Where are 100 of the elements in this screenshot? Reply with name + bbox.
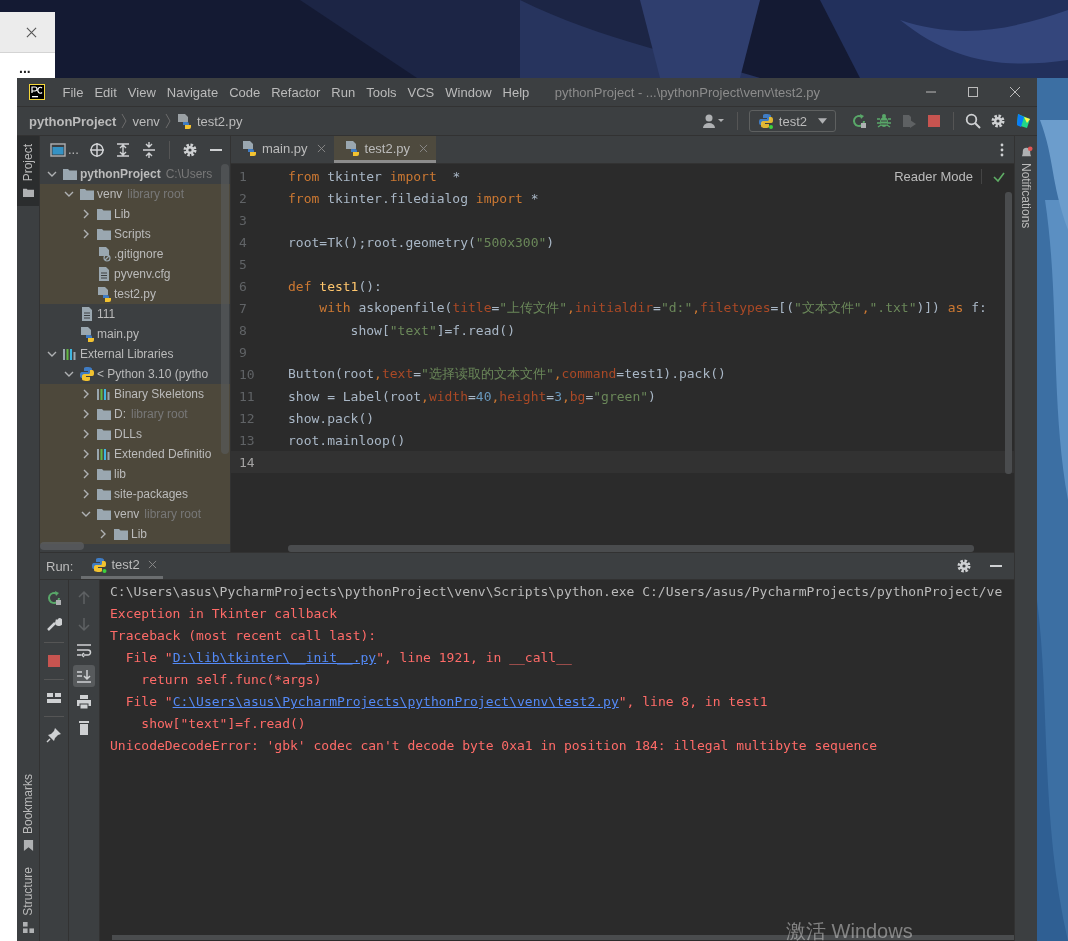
tree-item[interactable]: Extended Definitio (40, 444, 230, 464)
menu-item[interactable]: Edit (88, 84, 123, 100)
chevron-icon[interactable] (98, 529, 108, 539)
chevron-icon[interactable] (81, 489, 91, 499)
editor-tab[interactable]: main.py (231, 136, 334, 163)
chevron-icon[interactable] (81, 209, 91, 219)
maximize-icon[interactable] (967, 86, 979, 98)
print-icon[interactable] (76, 694, 92, 710)
tree-item[interactable]: pythonProject C:\Users (40, 164, 230, 184)
view-selector[interactable]: ... (68, 142, 79, 157)
breadcrumb-item[interactable]: venv (132, 113, 160, 129)
editor-tab[interactable]: test2.py (333, 136, 437, 163)
settings-icon[interactable] (990, 113, 1006, 129)
menu-item[interactable]: Help (497, 84, 535, 100)
chevron-icon[interactable] (81, 429, 91, 439)
menu-item[interactable]: Navigate (161, 84, 224, 100)
search-icon[interactable] (965, 113, 981, 129)
chevron-icon[interactable] (81, 389, 91, 399)
stop-icon[interactable] (46, 653, 62, 669)
menu-item[interactable]: View (122, 84, 162, 100)
line-number: 8 (238, 322, 248, 338)
trash-icon[interactable] (76, 720, 92, 736)
soft-wrap-icon[interactable] (76, 642, 92, 658)
toolbox-logo-icon[interactable] (1015, 113, 1031, 129)
scrollbar[interactable] (40, 542, 84, 550)
menu-item[interactable]: Code (223, 84, 266, 100)
tree-item[interactable]: venv library root (40, 504, 230, 524)
tree-item[interactable]: Binary Skeletons (40, 384, 230, 404)
chevron-icon[interactable] (81, 409, 91, 419)
close-icon[interactable] (147, 560, 157, 569)
layout-icon[interactable] (46, 690, 62, 706)
chevron-icon[interactable] (47, 349, 57, 359)
chevron-icon[interactable] (81, 229, 91, 239)
tree-item[interactable]: .gitignore (40, 244, 230, 264)
tree-item[interactable]: pyvenv.cfg (40, 264, 230, 284)
wrench-icon[interactable] (46, 616, 62, 632)
chevron-icon[interactable] (64, 369, 74, 379)
close-icon[interactable] (26, 27, 37, 38)
tree-item[interactable]: 111 (40, 304, 230, 324)
chevron-icon[interactable] (81, 509, 91, 519)
chevron-icon[interactable] (81, 449, 91, 459)
python-file-icon (175, 113, 192, 129)
line-number: 12 (238, 410, 256, 426)
tree-item[interactable]: Lib (40, 204, 230, 224)
user-icon[interactable] (701, 113, 726, 129)
tree-item[interactable]: Lib (40, 524, 230, 544)
ignored-file-icon (96, 246, 112, 262)
tree-item[interactable]: DLLs (40, 424, 230, 444)
tool-window-tab[interactable]: Project (17, 136, 39, 207)
menu-item[interactable]: Run (325, 84, 361, 100)
scrollbar[interactable] (288, 545, 974, 552)
chevron-icon[interactable] (47, 169, 57, 179)
collapse-all-icon[interactable] (140, 141, 157, 158)
tree-item[interactable]: test2.py (40, 284, 230, 304)
settings-icon[interactable] (956, 558, 972, 574)
rerun-icon[interactable] (46, 590, 62, 606)
tree-item[interactable]: site-packages (40, 484, 230, 504)
notifications-tab[interactable]: Notifications (1019, 136, 1033, 229)
rerun-icon[interactable] (851, 113, 867, 129)
reader-mode-button[interactable]: Reader Mode (894, 169, 982, 184)
more-button[interactable]: ... (19, 60, 31, 76)
target-icon[interactable] (88, 141, 105, 158)
expand-all-icon[interactable] (114, 141, 131, 158)
menu-item[interactable]: Tools (360, 84, 403, 100)
more-icon[interactable] (1000, 142, 1004, 157)
chevron-icon[interactable] (64, 189, 74, 199)
tree-item[interactable]: main.py (40, 324, 230, 344)
tool-window-tab[interactable]: Bookmarks (17, 766, 39, 860)
caret-icon (818, 118, 827, 124)
tree-item[interactable]: < Python 3.10 (pytho (40, 364, 230, 384)
stop-icon[interactable] (926, 113, 942, 129)
library-icon (62, 346, 78, 362)
tree-item[interactable]: Scripts (40, 224, 230, 244)
file-link[interactable]: C:\Users\asus\PycharmProjects\pythonProject\venv\test2.py (172, 694, 619, 709)
tool-window-tab[interactable]: Structure (17, 859, 39, 941)
file-link[interactable]: D:\lib\tkinter\__init__.py (172, 650, 377, 665)
close-icon[interactable] (316, 143, 326, 153)
run-configuration-dropdown[interactable]: test2 (748, 110, 836, 132)
close-icon[interactable] (1009, 86, 1021, 98)
menu-item[interactable]: File (57, 84, 89, 100)
menu-item[interactable]: Window (439, 84, 498, 100)
breadcrumb-item[interactable]: pythonProject (29, 113, 117, 129)
settings-icon[interactable] (181, 141, 198, 158)
tree-item[interactable]: venv library root (40, 184, 230, 204)
scrollbar[interactable] (221, 164, 229, 454)
tree-item[interactable]: lib (40, 464, 230, 484)
scroll-to-end-button[interactable] (73, 665, 95, 687)
menu-item[interactable]: Refactor (265, 84, 326, 100)
chevron-icon[interactable] (81, 469, 91, 479)
debug-icon[interactable] (876, 113, 892, 129)
breadcrumb-item[interactable]: test2.py (196, 113, 243, 129)
line-number: 1 (238, 168, 248, 184)
menu-item[interactable]: VCS (402, 84, 440, 100)
tree-item[interactable]: D: library root (40, 404, 230, 424)
scrollbar[interactable] (1005, 192, 1012, 474)
window-icon[interactable] (50, 141, 66, 158)
tree-item[interactable]: External Libraries (40, 344, 230, 364)
pin-icon[interactable] (46, 727, 62, 743)
close-icon[interactable] (419, 143, 429, 153)
folder-icon (96, 466, 112, 482)
